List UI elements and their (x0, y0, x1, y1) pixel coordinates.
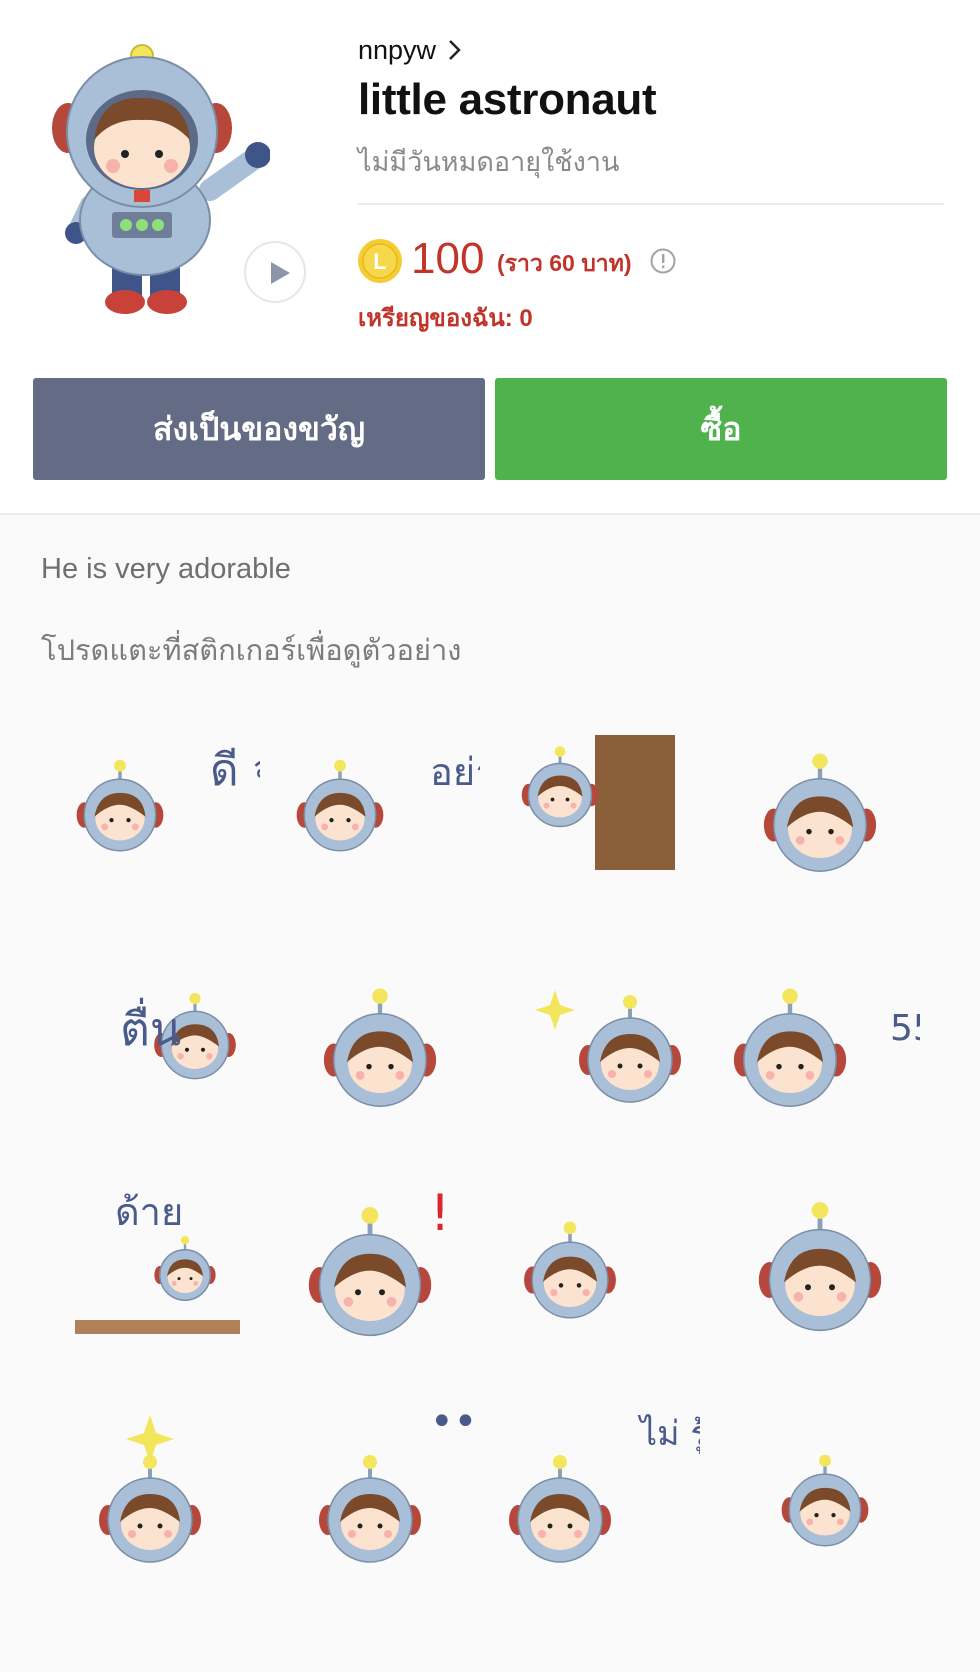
sticker-image: ไม่ รู้ สิ (509, 1414, 700, 1563)
sticker-title: little astronaut (358, 75, 657, 124)
play-preview-button[interactable] (244, 241, 306, 303)
sticker-image (763, 753, 877, 872)
line-coin-icon: L (358, 239, 402, 283)
sticker-grid: ดี จ้า อย่า ดื้อ (60, 715, 920, 1635)
sticker-item[interactable]: ••• (280, 1405, 480, 1585)
sticker-image (323, 988, 437, 1107)
sticker-item[interactable] (500, 1170, 700, 1350)
validity-text: ไม่มีวันหมดอายุใช้งาน (358, 147, 620, 177)
chevron-right-icon (449, 40, 461, 60)
sticker-image (535, 990, 681, 1103)
sticker-item[interactable] (500, 715, 700, 895)
sticker-image (521, 735, 675, 870)
sticker-header: nnpyw little astronaut ไม่มีวันหมดอายุใช… (0, 0, 980, 515)
price-value: 100 (411, 234, 485, 283)
author-link[interactable]: nnpyw (358, 30, 462, 70)
sticker-caption: ดี จ้า (210, 745, 260, 796)
divider (358, 203, 944, 205)
buy-button[interactable]: ซื้อ (495, 378, 947, 480)
sticker-description: He is very adorable (41, 553, 291, 585)
sticker-image: ตื่น (120, 993, 236, 1080)
main-sticker-image (52, 44, 270, 314)
sticker-image: ดี จ้า (76, 745, 260, 852)
sticker-image (524, 1221, 616, 1319)
play-icon (271, 262, 290, 284)
sticker-caption: ด้าย (115, 1190, 183, 1234)
my-coins-balance: เหรียญของฉัน: 0 (358, 305, 533, 332)
sticker-item[interactable]: ไม่ รู้ สิ (500, 1405, 700, 1585)
sticker-image: อย่า ดื้อ (296, 744, 480, 852)
sticker-image (99, 1415, 201, 1563)
sticker-image: 555 (733, 988, 920, 1107)
sticker-caption: ••• (430, 1405, 480, 1445)
tap-to-preview-hint: โปรดแตะที่สติกเกอร์เพื่อดูตัวอย่าง (41, 635, 462, 667)
approx-price: (ราว 60 บาท) (497, 250, 632, 276)
sticker-caption: 555 (890, 1008, 920, 1049)
sticker-caption: ตื่น (120, 997, 181, 1056)
sticker-item[interactable]: ! (280, 1170, 480, 1350)
sticker-item[interactable] (720, 715, 920, 895)
sticker-image (758, 1202, 882, 1332)
sticker-item[interactable] (720, 1170, 920, 1350)
info-circle-icon[interactable] (650, 248, 676, 274)
sticker-item[interactable] (280, 950, 480, 1130)
sticker-image: ด้าย (75, 1190, 240, 1334)
sticker-caption: ไม่ รู้ สิ (637, 1414, 700, 1454)
sticker-item[interactable]: ตื่น (60, 950, 260, 1130)
sticker-item[interactable]: 555 (720, 950, 920, 1130)
author-name: nnpyw (358, 34, 437, 65)
sticker-caption: ! (430, 1184, 450, 1242)
sticker-caption: อย่า ดื้อ (430, 744, 480, 794)
coin-letter: L (373, 249, 386, 274)
sticker-item[interactable]: อย่า ดื้อ (280, 715, 480, 895)
sticker-details: He is very adorable โปรดแตะที่สติกเกอร์เ… (0, 515, 980, 1672)
sticker-item[interactable] (720, 1405, 920, 1585)
send-as-gift-button[interactable]: ส่งเป็นของขวัญ (33, 378, 485, 480)
sticker-item[interactable]: ด้าย (60, 1170, 260, 1350)
sticker-item[interactable] (500, 950, 700, 1130)
sticker-item[interactable] (60, 1405, 260, 1585)
sticker-image: ! (308, 1184, 450, 1337)
sticker-item[interactable]: ดี จ้า (60, 715, 260, 895)
sticker-image: ••• (319, 1405, 480, 1563)
sticker-image (781, 1454, 869, 1547)
